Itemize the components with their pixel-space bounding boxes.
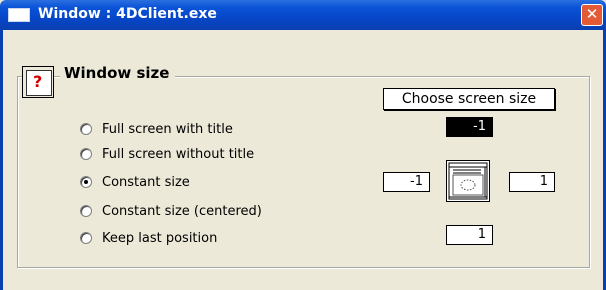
radio-label: Constant size: [102, 174, 190, 190]
choose-screen-size-button[interactable]: Choose screen size: [383, 88, 555, 110]
title-bar: Window : 4DClient.exe ✕: [0, 0, 606, 30]
window-title: Window : 4DClient.exe: [38, 6, 217, 22]
radio-label: Constant size (centered): [102, 203, 262, 219]
radio-label: Full screen with title: [102, 121, 233, 137]
radio-label: Full screen without title: [102, 146, 255, 162]
radio-full-screen-with-title[interactable]: Full screen with title: [80, 120, 233, 138]
radio-full-screen-without-title[interactable]: Full screen without title: [80, 145, 254, 163]
radio-constant-size[interactable]: Constant size: [80, 173, 190, 191]
window-icon: [8, 8, 30, 22]
radio-button[interactable]: [80, 205, 92, 217]
width-field[interactable]: -1: [383, 172, 430, 192]
screen-number-field[interactable]: -1: [446, 117, 493, 137]
radio-constant-size-centered[interactable]: Constant size (centered): [80, 202, 262, 220]
radio-button[interactable]: [80, 176, 92, 188]
radio-button[interactable]: [80, 232, 92, 244]
group-title: Window size: [60, 64, 176, 82]
screen-preview-graphic: [448, 162, 488, 200]
close-button[interactable]: ✕: [581, 4, 603, 26]
last-position-field[interactable]: 1: [446, 225, 493, 245]
radio-button[interactable]: [80, 148, 92, 160]
radio-keep-last-position[interactable]: Keep last position: [80, 229, 217, 247]
window-help-icon: ?: [22, 66, 54, 98]
height-field[interactable]: 1: [509, 172, 555, 192]
question-mark-icon: ?: [33, 72, 43, 91]
radio-button[interactable]: [80, 123, 92, 135]
radio-label: Keep last position: [102, 230, 218, 246]
screen-preview-icon: [446, 160, 490, 202]
